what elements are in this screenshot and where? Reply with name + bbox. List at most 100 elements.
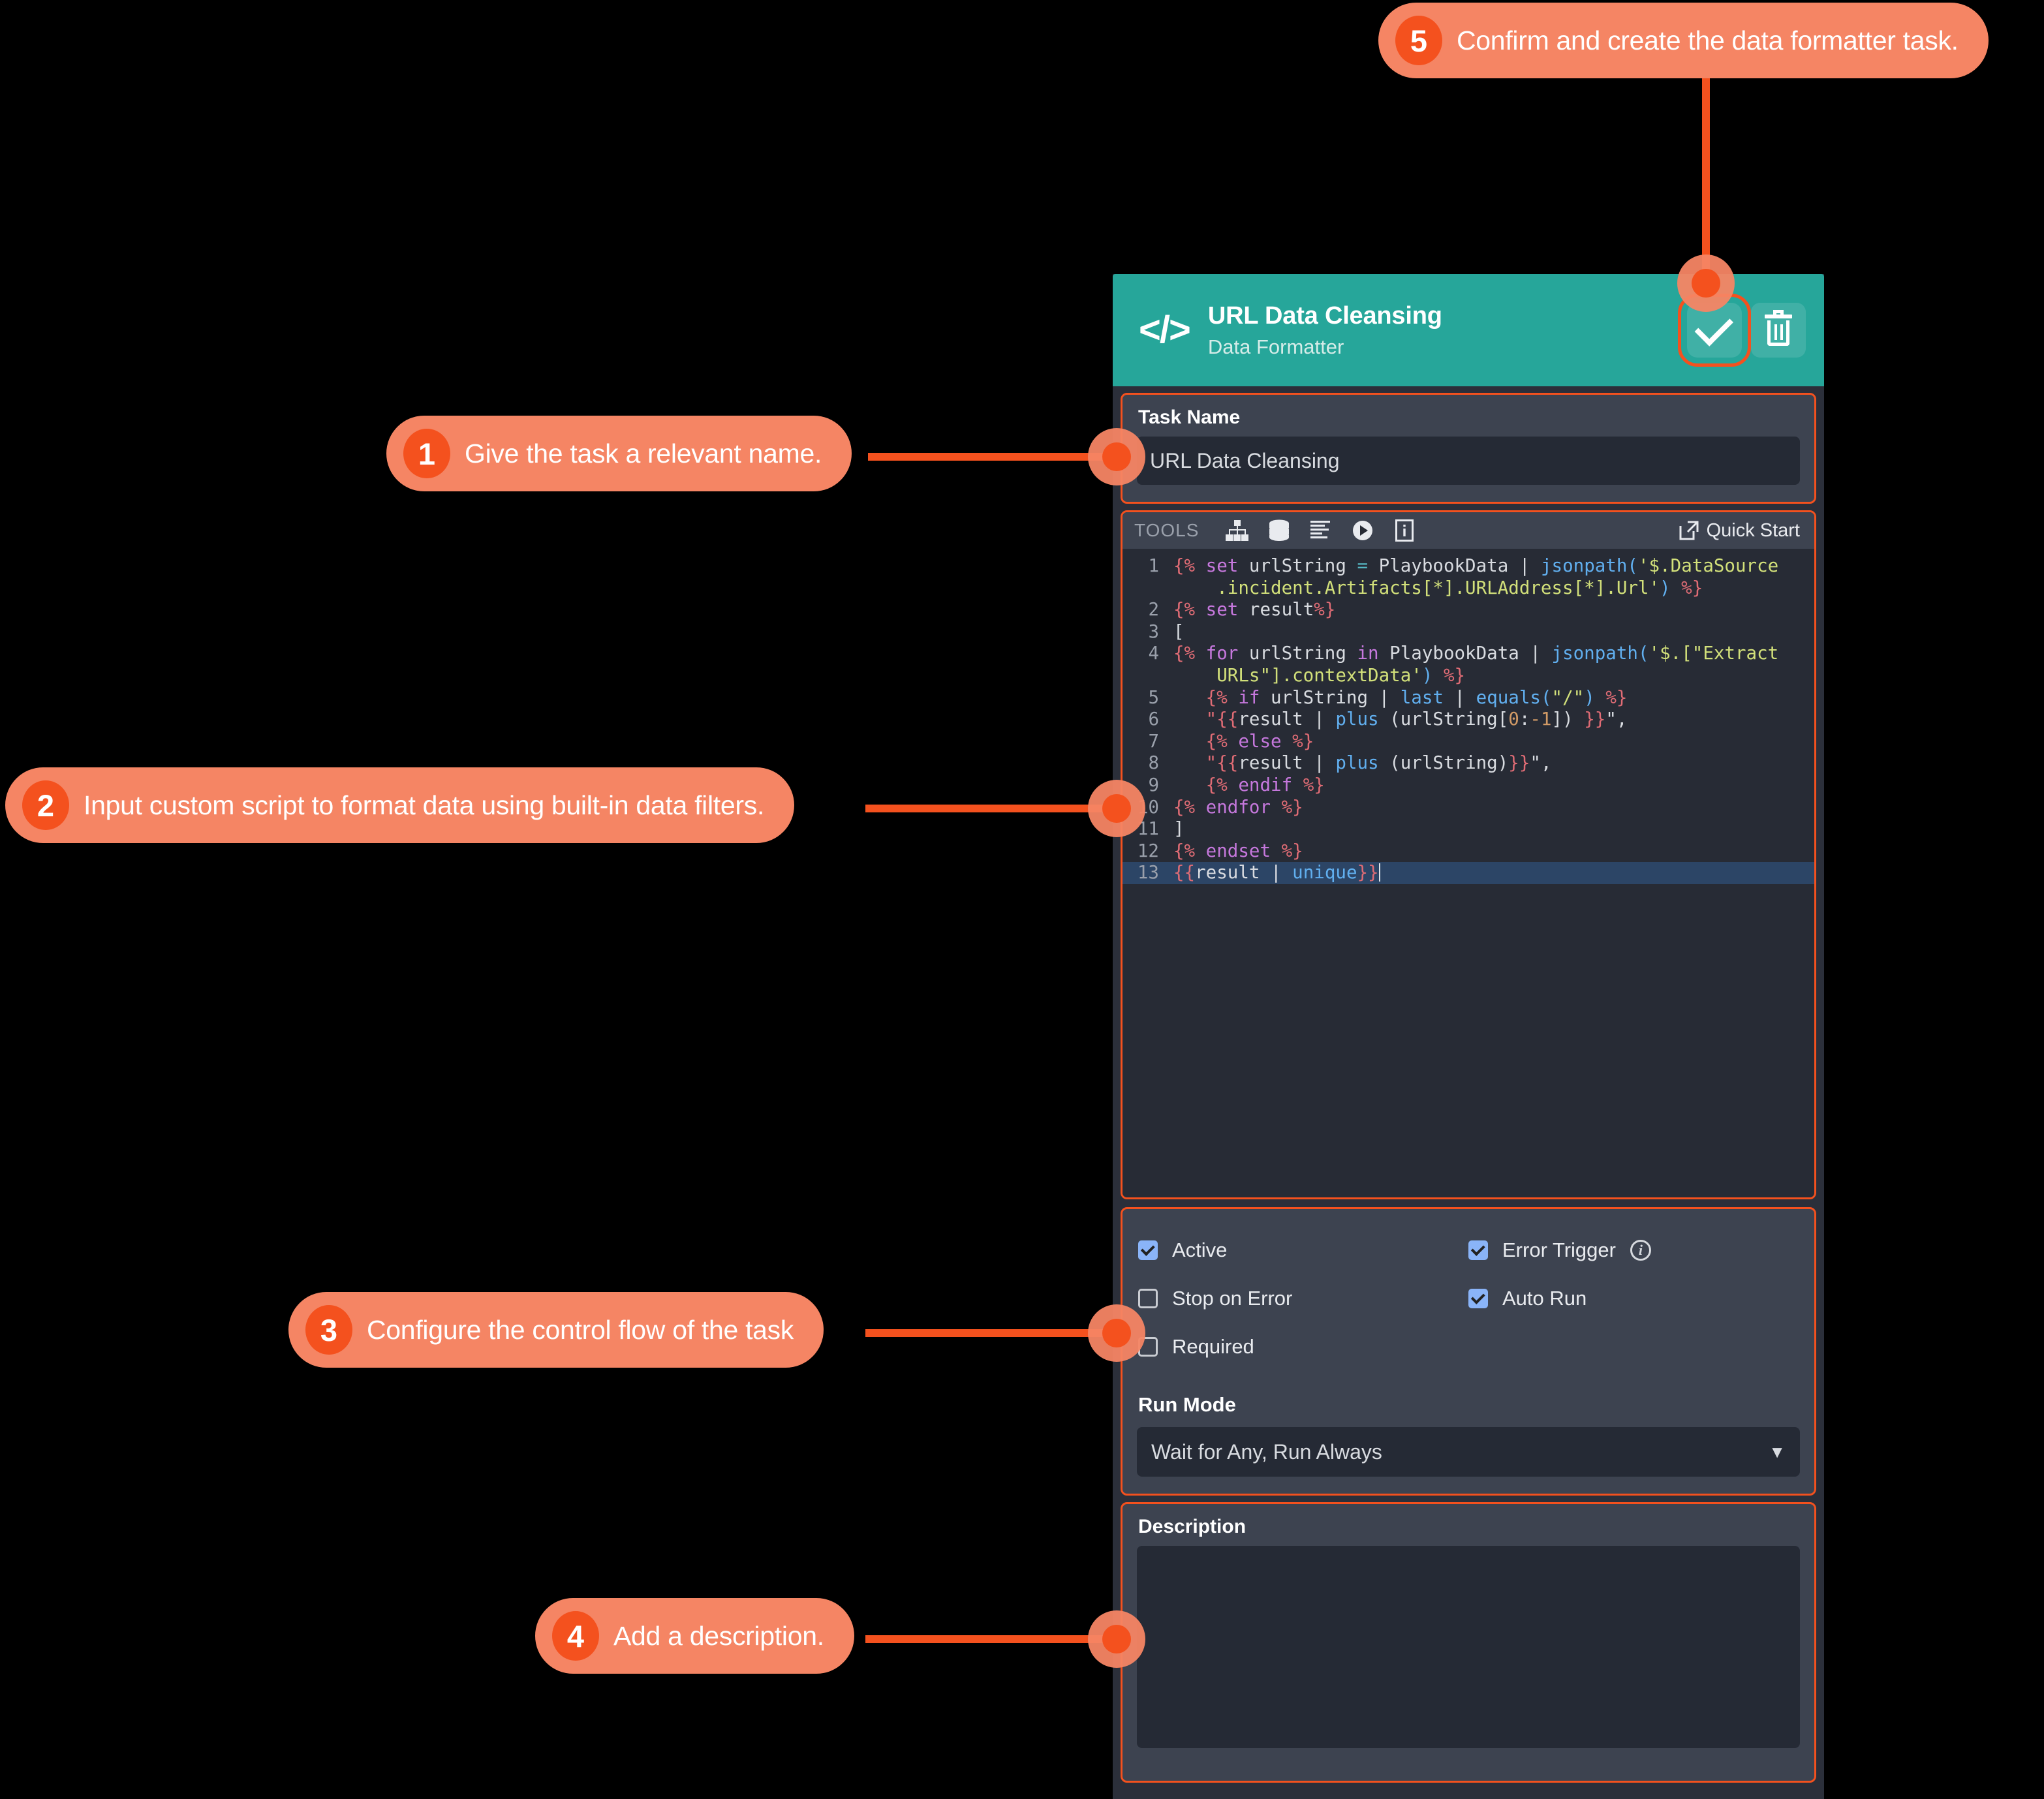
connector-line-4 (865, 1635, 1123, 1643)
description-textarea[interactable] (1137, 1546, 1800, 1748)
code-brackets-icon: </> (1139, 309, 1191, 351)
callout-5-text: Confirm and create the data formatter ta… (1457, 25, 1959, 55)
callout-3: 3 Configure the control flow of the task (288, 1292, 824, 1368)
checkbox-error-trigger[interactable] (1468, 1240, 1488, 1260)
card-title: URL Data Cleansing (1207, 301, 1442, 330)
line-number: 5 (1148, 686, 1159, 708)
code-text: {% set urlString = PlaybookData | jsonpa… (1173, 555, 1779, 598)
callout-2: 2 Input custom script to format data usi… (5, 767, 795, 843)
callout-4-number: 4 (552, 1611, 599, 1661)
task-name-input[interactable]: URL Data Cleansing (1137, 437, 1800, 485)
line-number: 6 (1148, 709, 1159, 730)
callout-4-text: Add a description. (613, 1620, 824, 1651)
code-text: "{{result | plus (urlString)}}", (1173, 752, 1552, 774)
code-text: {{result | unique}} (1173, 862, 1380, 884)
code-text: ] (1173, 818, 1185, 840)
option-label: Auto Run (1502, 1287, 1587, 1310)
connector-line-2 (865, 805, 1123, 812)
run-mode-label: Run Mode (1138, 1393, 1236, 1416)
code-text: {% endset %} (1173, 840, 1303, 861)
task-name-panel: Task Name URL Data Cleansing (1121, 393, 1816, 504)
connector-dot-4 (1102, 1625, 1131, 1653)
line-number: 1 (1148, 555, 1159, 576)
option-label: Error Trigger (1502, 1238, 1616, 1261)
callout-4: 4 Add a description. (535, 1598, 854, 1674)
callout-2-text: Input custom script to format data using… (84, 790, 765, 820)
connector-line-1 (868, 453, 1123, 461)
code-editor[interactable]: 1 {% set urlString = PlaybookData | jsonp… (1123, 549, 1814, 1197)
card-subtitle: Data Formatter (1207, 335, 1344, 358)
code-line: 10 {% endfor %} (1123, 797, 1814, 819)
options-right-column: Error Trigger i Auto Run (1468, 1226, 1799, 1371)
code-line: 5 {% if urlString | last | equals("/") %… (1123, 687, 1814, 709)
line-number: 13 (1137, 862, 1159, 884)
code-text: "{{result | plus (urlString[0:-1]) }}", (1173, 709, 1628, 730)
code-line: 2 {% set result%} (1123, 599, 1814, 621)
list-align-icon[interactable] (1303, 515, 1339, 546)
quick-start-label: Quick Start (1706, 519, 1800, 541)
line-number: 4 (1148, 643, 1159, 664)
code-text: {% endif %} (1173, 774, 1325, 795)
option-row-auto-run[interactable]: Auto Run (1468, 1274, 1799, 1323)
info-icon[interactable]: i (1630, 1240, 1651, 1261)
connector-dot-1 (1102, 442, 1131, 471)
code-line: 12 {% endset %} (1123, 840, 1814, 863)
info-document-icon[interactable] (1387, 515, 1422, 546)
code-text: {% set result%} (1173, 599, 1336, 621)
checkbox-auto-run[interactable] (1468, 1289, 1488, 1308)
code-line: 11] (1123, 818, 1814, 840)
option-row-active[interactable]: Active (1138, 1226, 1468, 1274)
quick-start-button[interactable]: Quick Start (1679, 520, 1800, 542)
code-text: [ (1173, 621, 1185, 642)
connector-dot-5 (1692, 269, 1720, 298)
database-icon[interactable] (1262, 515, 1297, 546)
line-number: 3 (1148, 621, 1159, 642)
code-line: 7 {% else %} (1123, 731, 1814, 753)
sitemap-icon[interactable] (1220, 515, 1255, 546)
code-line: 3[ (1123, 621, 1814, 643)
code-line: 4 {% for urlString in PlaybookData | json… (1123, 643, 1814, 686)
description-label: Description (1138, 1516, 1247, 1537)
run-mode-select[interactable]: Wait for Any, Run Always ▼ (1137, 1427, 1800, 1477)
line-number: 2 (1148, 599, 1159, 621)
option-row-stop-on-error[interactable]: Stop on Error (1138, 1274, 1468, 1323)
task-name-label: Task Name (1138, 407, 1241, 428)
callout-5-number: 5 (1395, 16, 1442, 65)
code-text: {% if urlString | last | equals("/") %} (1173, 686, 1628, 708)
callout-1: 1 Give the task a relevant name. (386, 416, 852, 491)
code-text: {% else %} (1173, 730, 1314, 752)
option-row-error-trigger[interactable]: Error Trigger i (1468, 1226, 1799, 1274)
description-panel: Description (1121, 1502, 1816, 1783)
task-detail-card: </> URL Data Cleansing Data Formatter Ta… (1113, 274, 1824, 1799)
callout-3-text: Configure the control flow of the task (367, 1314, 794, 1345)
chevron-down-icon: ▼ (1769, 1441, 1786, 1462)
confirm-button[interactable] (1678, 294, 1751, 367)
callout-5: 5 Confirm and create the data formatter … (1378, 3, 1989, 78)
checkbox-active[interactable] (1138, 1240, 1158, 1260)
script-editor-panel: TOOLS Quick Start 1 {% set urlString = P… (1121, 510, 1816, 1199)
code-text: {% for urlString in PlaybookData | jsonp… (1173, 643, 1779, 686)
callout-3-number: 3 (305, 1305, 352, 1355)
check-icon (1694, 307, 1733, 346)
line-number: 7 (1148, 730, 1159, 752)
tools-label: TOOLS (1134, 520, 1200, 540)
callout-2-number: 2 (22, 780, 69, 830)
option-row-required[interactable]: Required (1138, 1323, 1468, 1371)
play-icon[interactable] (1345, 515, 1380, 546)
connector-dot-3 (1102, 1319, 1131, 1347)
option-label: Active (1172, 1238, 1228, 1261)
callout-1-text: Give the task a relevant name. (465, 438, 822, 469)
callout-1-number: 1 (403, 429, 450, 478)
code-line: 1 {% set urlString = PlaybookData | jsonp… (1123, 555, 1814, 599)
options-left-column: Active Stop on Error Required (1138, 1226, 1468, 1371)
external-link-icon (1679, 521, 1699, 540)
option-label: Stop on Error (1172, 1287, 1293, 1310)
run-mode-value: Wait for Any, Run Always (1151, 1439, 1382, 1464)
delete-button[interactable] (1751, 303, 1806, 358)
connector-dot-2 (1102, 794, 1131, 823)
option-label: Required (1172, 1335, 1254, 1358)
checkbox-stop-on-error[interactable] (1138, 1289, 1158, 1308)
code-line: 6 "{{result | plus (urlString[0:-1]) }}"… (1123, 709, 1814, 731)
code-line: 13 {{result | unique}} (1123, 862, 1814, 884)
line-number: 12 (1137, 840, 1159, 861)
